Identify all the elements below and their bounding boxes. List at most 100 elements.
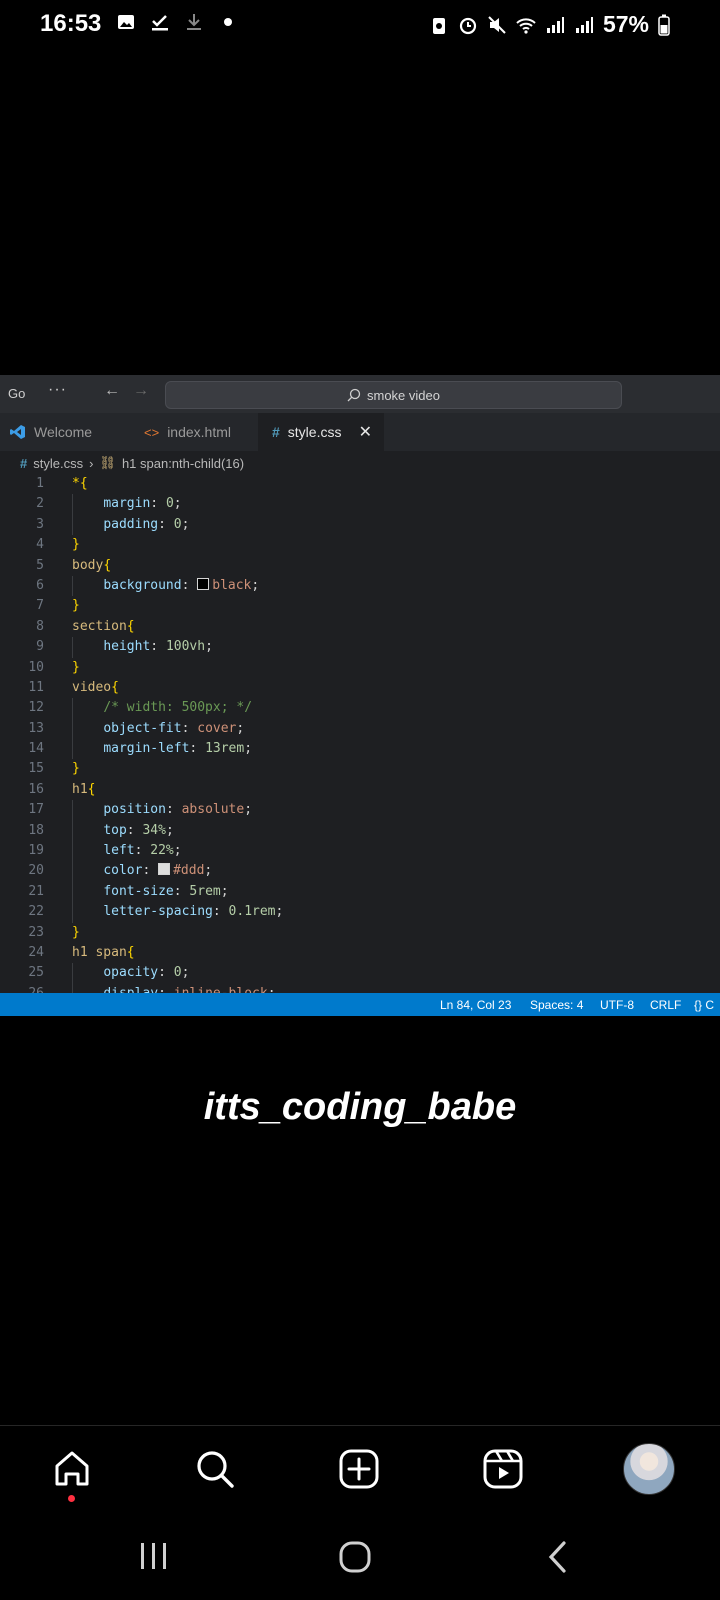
reels-button[interactable] xyxy=(480,1446,526,1492)
code-token: { xyxy=(87,781,96,797)
line-number: 7 xyxy=(36,598,44,614)
code-token: 100vh xyxy=(165,639,206,655)
tab-label: Welcome xyxy=(34,424,93,440)
color-swatch[interactable] xyxy=(158,863,171,876)
menu-more[interactable]: ··· xyxy=(48,381,67,399)
code-line: 9 height: 100vh; xyxy=(0,637,720,658)
code-token: opacity xyxy=(103,965,159,981)
language-mode[interactable]: {} C xyxy=(694,998,714,1012)
editor-status-bar: Ln 84, Col 23 Spaces: 4 UTF-8 CRLF {} C xyxy=(0,993,720,1016)
check-icon xyxy=(152,15,168,31)
line-ending[interactable]: CRLF xyxy=(650,998,681,1012)
signal-icon xyxy=(546,16,564,33)
line-number: 22 xyxy=(28,904,44,920)
code-line: 17 position: absolute; xyxy=(0,800,720,821)
code-token: black xyxy=(212,577,252,593)
code-token: } xyxy=(72,924,80,940)
code-line: 4} xyxy=(0,535,720,555)
tab-style-css[interactable]: # style.css ✕ xyxy=(258,413,384,451)
code-token: height xyxy=(103,639,151,655)
code-token: cover xyxy=(197,720,237,736)
code-line: 10} xyxy=(0,658,720,678)
code-line: 12 /* width: 500px; */ xyxy=(0,698,720,719)
tab-index-html[interactable]: <> index.html xyxy=(134,413,258,451)
css-hash-icon: # xyxy=(272,424,280,440)
notification-icons xyxy=(116,12,238,32)
nav-divider xyxy=(0,1425,720,1426)
recent-apps-icon[interactable] xyxy=(138,1540,170,1572)
video-caption: itts_coding_babe xyxy=(203,1086,517,1128)
search-text: smoke video xyxy=(367,387,440,403)
line-number: 11 xyxy=(28,679,44,695)
symbol-icon: ⛓ xyxy=(99,455,116,470)
breadcrumb: # style.css › ⛓ h1 span:nth-child(16) xyxy=(0,451,720,475)
code-line: 5 body{ xyxy=(0,556,720,576)
code-line: 3 padding: 0; xyxy=(0,514,720,536)
code-line: 16 h1{ xyxy=(0,780,720,800)
line-number: 12 xyxy=(28,700,44,716)
code-token: padding xyxy=(103,516,159,532)
code-line: 7} xyxy=(0,596,720,616)
line-number: 24 xyxy=(28,944,44,960)
line-number: 6 xyxy=(36,577,44,593)
cursor-position[interactable]: Ln 84, Col 23 xyxy=(440,998,511,1012)
back-arrow-icon[interactable]: ← xyxy=(104,382,120,400)
close-icon[interactable]: ✕ xyxy=(359,422,372,442)
home-button[interactable] xyxy=(49,1446,95,1492)
forward-arrow-icon[interactable]: → xyxy=(133,382,149,400)
code-token: 0 xyxy=(165,496,174,512)
bottom-navigation xyxy=(0,1440,720,1502)
battery-saver-icon xyxy=(432,17,445,34)
search-button[interactable] xyxy=(192,1446,238,1492)
code-token: *{ xyxy=(72,476,88,491)
line-number: 13 xyxy=(28,720,44,736)
code-token: section xyxy=(72,618,127,634)
code-line: 23} xyxy=(0,923,720,943)
code-line: 11 video{ xyxy=(0,678,720,698)
html-icon: <> xyxy=(144,424,160,440)
code-token: color xyxy=(103,863,143,879)
line-number: 25 xyxy=(28,965,44,981)
line-number: 21 xyxy=(28,883,44,899)
breadcrumb-file[interactable]: style.css xyxy=(33,456,83,471)
encoding[interactable]: UTF-8 xyxy=(600,998,634,1012)
home-circle-icon[interactable] xyxy=(338,1540,372,1574)
code-token: letter-spacing xyxy=(103,904,213,920)
command-search-box[interactable]: smoke video xyxy=(165,381,622,409)
color-swatch[interactable] xyxy=(197,577,210,590)
create-icon xyxy=(339,1449,379,1489)
tab-welcome[interactable]: Welcome xyxy=(0,413,134,451)
code-line: 13 object-fit: cover; xyxy=(0,718,720,740)
profile-avatar[interactable] xyxy=(623,1443,675,1495)
reels-icon xyxy=(483,1449,523,1489)
back-icon[interactable] xyxy=(546,1540,570,1574)
code-token: 5rem xyxy=(189,883,221,899)
vscode-icon xyxy=(10,425,25,439)
code-token: margin-left xyxy=(103,741,190,757)
line-number: 19 xyxy=(28,843,44,859)
code-token: top xyxy=(103,822,127,838)
code-token: absolute xyxy=(181,802,245,818)
menu-go[interactable]: Go xyxy=(8,386,25,401)
code-token: { xyxy=(111,679,119,695)
code-line: 1 *{ xyxy=(0,474,720,494)
status-time: 16:53 xyxy=(40,10,102,37)
code-token: } xyxy=(72,659,80,675)
code-token: 0.1rem xyxy=(228,904,276,920)
notification-dot xyxy=(68,1495,75,1502)
code-editor: Go ··· ← → smoke video Welcome <> index.… xyxy=(0,375,720,1016)
code-token: } xyxy=(72,761,80,777)
indent-setting[interactable]: Spaces: 4 xyxy=(530,998,583,1012)
code-token: } xyxy=(72,537,80,553)
breadcrumb-symbol[interactable]: h1 span:nth-child(16) xyxy=(122,456,244,471)
signal-icon xyxy=(575,16,593,33)
create-button[interactable] xyxy=(336,1446,382,1492)
code-token: } xyxy=(72,598,80,614)
code-token: video xyxy=(72,679,112,695)
editor-title-bar: Go ··· ← → smoke video xyxy=(0,375,720,413)
line-number: 14 xyxy=(28,741,44,757)
code-token: #ddd xyxy=(173,863,205,879)
line-number: 2 xyxy=(36,496,44,512)
code-line: 14 margin-left: 13rem; xyxy=(0,739,720,760)
code-area[interactable]: 1 *{ 2 margin: 0; 3 padding: 0; 4} 5 body{… xyxy=(0,474,720,996)
